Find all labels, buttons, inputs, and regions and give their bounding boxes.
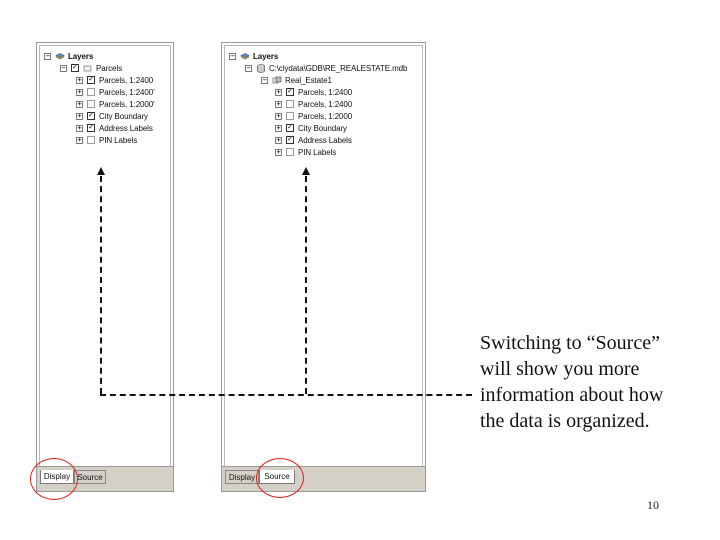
expand-icon[interactable]: + bbox=[76, 112, 83, 120]
callout-line: will show you more bbox=[480, 358, 640, 380]
visibility-checkbox[interactable] bbox=[87, 88, 95, 96]
expand-icon[interactable]: + bbox=[76, 124, 83, 132]
layers-icon bbox=[240, 52, 250, 59]
layer-row[interactable]: + Parcels, 1:2000 bbox=[275, 110, 352, 122]
tab-source-label: Source bbox=[77, 473, 103, 482]
callout-line: information about how bbox=[480, 384, 664, 406]
arrow-head-right bbox=[302, 167, 310, 175]
layer-label: City Boundary bbox=[298, 123, 347, 133]
layer-label: Address Labels bbox=[99, 123, 153, 133]
layer-tree-area: − Layers − ✓ Parcels + ✓ Parcels, 1:2400 + Parc… bbox=[39, 45, 171, 467]
feature-dataset-icon bbox=[272, 76, 282, 83]
layer-label: Parcels, 1:2400 bbox=[99, 75, 154, 85]
tab-display-label: Display bbox=[228, 473, 256, 482]
layer-row[interactable]: + ✓ Parcels, 1:2400 bbox=[76, 74, 153, 86]
layer-label: Real_Estate1 bbox=[285, 75, 332, 85]
collapse-icon[interactable]: − bbox=[44, 52, 51, 60]
layer-label: Address Labels bbox=[298, 135, 352, 145]
highlight-circle-display-tab bbox=[30, 458, 78, 500]
collapse-icon[interactable]: − bbox=[229, 52, 236, 60]
dashed-line-right-vertical bbox=[305, 176, 307, 394]
layer-row[interactable]: + ✓ City Boundary bbox=[76, 110, 148, 122]
layer-label: City Boundary bbox=[99, 111, 148, 121]
layer-label: PIN Labels bbox=[99, 135, 138, 145]
collapse-icon[interactable]: − bbox=[245, 64, 252, 72]
tab-display[interactable]: Display bbox=[225, 470, 259, 484]
layer-label: Parcels bbox=[96, 63, 122, 73]
layers-label: Layers bbox=[68, 51, 94, 61]
layer-label: Parcels, 1:2400 bbox=[298, 87, 353, 97]
expand-icon[interactable]: + bbox=[275, 136, 282, 144]
expand-icon[interactable]: + bbox=[275, 88, 282, 96]
expand-icon[interactable]: + bbox=[275, 112, 282, 120]
highlight-circle-source-tab bbox=[256, 458, 304, 498]
visibility-checkbox[interactable]: ✓ bbox=[87, 76, 95, 84]
layer-row[interactable]: − Real_Estate1 bbox=[261, 74, 332, 86]
visibility-checkbox[interactable]: ✓ bbox=[87, 112, 95, 120]
layer-row[interactable]: − C:\clydata\GDB\RE_REALESTATE.mdb bbox=[245, 62, 407, 74]
group-layer-icon bbox=[83, 65, 92, 71]
layer-row[interactable]: + Parcels, 1:2000' bbox=[76, 98, 155, 110]
tab-bar: Display Source bbox=[222, 466, 425, 491]
visibility-checkbox[interactable]: ✓ bbox=[71, 64, 79, 72]
layer-row[interactable]: + ✓ Parcels, 1:2400 bbox=[275, 86, 352, 98]
expand-icon[interactable]: + bbox=[76, 76, 83, 84]
layer-label: Parcels, 1:2000' bbox=[99, 99, 155, 109]
toc-panel-display: − Layers − ✓ Parcels + ✓ Parcels, 1:2400 + Parc… bbox=[36, 42, 174, 492]
layer-row[interactable]: + PIN Labels bbox=[275, 146, 336, 158]
visibility-checkbox[interactable]: ✓ bbox=[286, 88, 294, 96]
layer-tree-area: − Layers − C:\clydata\GDB\RE_REALESTATE.m… bbox=[224, 45, 423, 467]
layer-label: Parcels, 1:2400 bbox=[298, 99, 353, 109]
visibility-checkbox[interactable] bbox=[87, 100, 95, 108]
visibility-checkbox[interactable]: ✓ bbox=[87, 124, 95, 132]
tab-source[interactable]: Source bbox=[74, 470, 106, 484]
callout-text: Switching to “Source” will show you more… bbox=[480, 330, 712, 434]
layer-row[interactable]: + Parcels, 1:2400' bbox=[76, 86, 155, 98]
layer-label: Parcels, 1:2400' bbox=[99, 87, 155, 97]
collapse-icon[interactable]: − bbox=[261, 76, 268, 84]
expand-icon[interactable]: + bbox=[275, 148, 282, 156]
visibility-checkbox[interactable] bbox=[286, 100, 294, 108]
toc-panel-source: − Layers − C:\clydata\GDB\RE_REALESTATE.m… bbox=[221, 42, 426, 492]
layer-label: C:\clydata\GDB\RE_REALESTATE.mdb bbox=[269, 63, 408, 73]
dashed-line-horizontal bbox=[100, 394, 472, 396]
visibility-checkbox[interactable] bbox=[286, 112, 294, 120]
layer-row[interactable]: + PIN Labels bbox=[76, 134, 137, 146]
expand-icon[interactable]: + bbox=[275, 100, 282, 108]
layer-row[interactable]: + Parcels, 1:2400 bbox=[275, 98, 352, 110]
visibility-checkbox[interactable]: ✓ bbox=[286, 124, 294, 132]
layer-row[interactable]: + ✓ Address Labels bbox=[275, 134, 352, 146]
layers-icon bbox=[55, 52, 65, 59]
tree-root-layers[interactable]: − Layers bbox=[229, 50, 278, 62]
visibility-checkbox[interactable] bbox=[87, 136, 95, 144]
arrow-head-left bbox=[97, 167, 105, 175]
expand-icon[interactable]: + bbox=[275, 124, 282, 132]
tree-root-layers[interactable]: − Layers bbox=[44, 50, 93, 62]
callout-line: the data is organized. bbox=[480, 410, 650, 432]
visibility-checkbox[interactable] bbox=[286, 148, 294, 156]
expand-icon[interactable]: + bbox=[76, 136, 83, 144]
expand-icon[interactable]: + bbox=[76, 100, 83, 108]
layer-label: Parcels, 1:2000 bbox=[298, 111, 353, 121]
dashed-line-left-vertical bbox=[100, 176, 102, 394]
collapse-icon[interactable]: − bbox=[60, 64, 67, 72]
database-icon bbox=[257, 63, 265, 73]
layer-row[interactable]: + ✓ Address Labels bbox=[76, 122, 153, 134]
layers-label: Layers bbox=[253, 51, 279, 61]
layer-label: PIN Labels bbox=[298, 147, 337, 157]
page-number: 10 bbox=[647, 498, 659, 512]
expand-icon[interactable]: + bbox=[76, 88, 83, 96]
layer-row[interactable]: − ✓ Parcels bbox=[60, 62, 122, 74]
callout-line: Switching to “Source” bbox=[480, 332, 660, 354]
layer-row[interactable]: + ✓ City Boundary bbox=[275, 122, 347, 134]
visibility-checkbox[interactable]: ✓ bbox=[286, 136, 294, 144]
